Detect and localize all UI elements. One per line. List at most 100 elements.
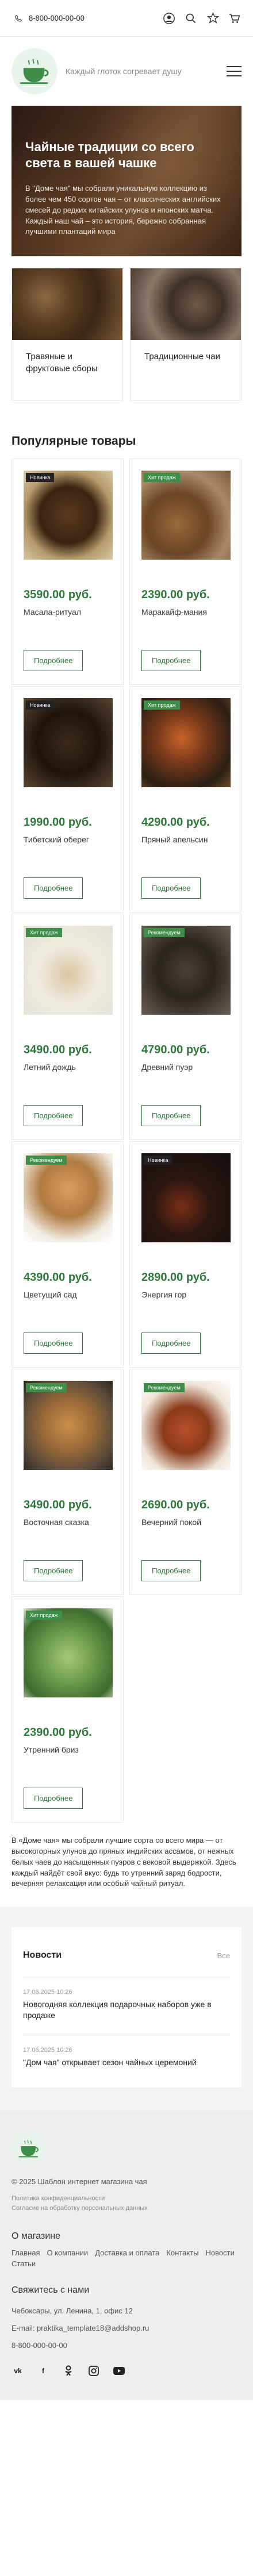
product-image[interactable]: Хит продаж: [24, 1608, 113, 1697]
product-more-button[interactable]: Подробнее: [141, 1105, 201, 1126]
news-section: Новости Все 17.06.2025 10:26 Новогодняя …: [0, 1907, 253, 2111]
product-name[interactable]: Вечерний покой: [141, 1518, 229, 1527]
email[interactable]: E-mail: praktika_template18@addshop.ru: [12, 2320, 241, 2337]
product-image[interactable]: Рекомендуем: [24, 1153, 113, 1242]
product-more-button[interactable]: Подробнее: [24, 1105, 83, 1126]
product-more-button[interactable]: Подробнее: [24, 650, 83, 671]
privacy-link[interactable]: Политика конфиденциальности: [12, 2194, 241, 2204]
popular-title: Популярные товары: [12, 434, 136, 448]
news-item[interactable]: 17.06.2025 10:26 "Дом чая" открывает сез…: [23, 2035, 230, 2082]
product-name[interactable]: Маракайф-мания: [141, 607, 229, 617]
product-card[interactable]: Новинка 3590.00 руб. Масала-ритуал Подробне…: [12, 459, 124, 685]
site-slogan: Каждый глоток согревает душу: [66, 67, 182, 76]
category-card-traditional[interactable]: Традиционные чаи: [130, 268, 241, 401]
product-badge: Хит продаж: [26, 1611, 62, 1620]
product-card[interactable]: Рекомендуем 4790.00 руб. Древний пуэр Подро…: [129, 914, 241, 1140]
vk-icon[interactable]: vk: [12, 2365, 24, 2377]
category-card-herbal[interactable]: Травяные и фруктовые сборы: [12, 268, 123, 401]
product-price: 2690.00 руб.: [141, 1499, 210, 1511]
product-more-button[interactable]: Подробнее: [24, 877, 83, 899]
odnoklassniki-icon[interactable]: [62, 2365, 75, 2377]
product-more-button[interactable]: Подробнее: [141, 1560, 201, 1581]
product-card[interactable]: Хит продаж 2390.00 руб. Маракайф-мания Подр…: [129, 459, 241, 685]
footer-phone[interactable]: 8-800-000-00-00: [12, 2337, 241, 2354]
youtube-icon[interactable]: [113, 2365, 125, 2377]
favorites-icon[interactable]: [206, 11, 220, 25]
product-image[interactable]: Рекомендуем: [24, 1381, 113, 1470]
product-image[interactable]: Хит продаж: [141, 471, 231, 560]
product-name[interactable]: Тибетский оберег: [24, 835, 112, 844]
social-links: vk f: [12, 2365, 241, 2377]
hero-text: В "Доме чая" мы собрали уникальную колле…: [25, 184, 221, 236]
product-name[interactable]: Масала-ритуал: [24, 607, 112, 617]
product-image[interactable]: Новинка: [24, 698, 113, 787]
product-image[interactable]: Новинка: [24, 471, 113, 560]
footer-link-contacts[interactable]: Контакты: [166, 2248, 198, 2257]
footer-link-delivery[interactable]: Доставка и оплата: [95, 2248, 159, 2257]
product-card[interactable]: Рекомендуем 4390.00 руб. Цветущий сад Подро…: [12, 1141, 124, 1368]
phone-icon: [12, 11, 25, 25]
product-more-button[interactable]: Подробнее: [141, 650, 201, 671]
product-more-button[interactable]: Подробнее: [24, 1788, 83, 1809]
consent-link[interactable]: Согласие на обработку персональных данны…: [12, 2204, 241, 2214]
news-text: Новогодняя коллекция подарочных наборов …: [23, 2000, 212, 2020]
product-card[interactable]: Новинка 1990.00 руб. Тибетский оберег Подро…: [12, 686, 124, 912]
account-icon[interactable]: [162, 11, 176, 25]
contact-title: Свяжитесь с нами: [12, 2285, 90, 2296]
phone-link[interactable]: 8-800-000-00-00: [12, 11, 85, 25]
product-badge: Новинка: [26, 473, 55, 482]
logo[interactable]: [12, 48, 57, 94]
product-badge: Хит продаж: [26, 928, 62, 937]
footer-link-about[interactable]: О компании: [47, 2248, 88, 2257]
product-card[interactable]: Рекомендуем 2690.00 руб. Вечерний покой Под…: [129, 1369, 241, 1595]
product-image[interactable]: Хит продаж: [24, 926, 113, 1015]
footer-link-articles[interactable]: Статьи: [12, 2259, 36, 2268]
site-footer: © 2025 Шаблон интернет магазина чая Поли…: [0, 2110, 253, 2400]
product-name[interactable]: Энергия гор: [141, 1290, 229, 1299]
product-name[interactable]: Летний дождь: [24, 1062, 112, 1072]
product-name[interactable]: Восточная сказка: [24, 1518, 112, 1527]
product-image[interactable]: Хит продаж: [141, 698, 231, 787]
product-price: 2890.00 руб.: [141, 1271, 210, 1284]
news-item[interactable]: 17.06.2025 10:26 Новогодняя коллекция по…: [23, 1977, 230, 2035]
product-image[interactable]: Рекомендуем: [141, 1381, 231, 1470]
product-price: 4390.00 руб.: [24, 1271, 92, 1284]
footer-link-home[interactable]: Главная: [12, 2248, 40, 2257]
footer-logo[interactable]: [12, 2131, 46, 2166]
copyright: © 2025 Шаблон интернет магазина чая: [12, 2177, 147, 2186]
product-card[interactable]: Рекомендуем 3490.00 руб. Восточная сказка П…: [12, 1369, 124, 1595]
product-name[interactable]: Древний пуэр: [141, 1062, 229, 1072]
site-header: Каждый глоток согревает душу: [0, 37, 253, 106]
product-name[interactable]: Цветущий сад: [24, 1290, 112, 1299]
facebook-icon[interactable]: f: [37, 2365, 49, 2377]
address: Чебоксары, ул. Ленина, 1, офис 12: [12, 2307, 133, 2316]
product-badge: Новинка: [144, 1156, 172, 1165]
product-image[interactable]: Рекомендуем: [141, 926, 231, 1015]
product-more-button[interactable]: Подробнее: [141, 1333, 201, 1354]
product-card[interactable]: Хит продаж 3490.00 руб. Летний дождь Подроб…: [12, 914, 124, 1140]
product-card[interactable]: Хит продаж 4290.00 руб. Пряный апельсин Под…: [129, 686, 241, 912]
product-badge: Рекомендуем: [144, 1383, 185, 1392]
product-more-button[interactable]: Подробнее: [24, 1560, 83, 1581]
product-price: 3590.00 руб.: [24, 588, 92, 601]
instagram-icon[interactable]: [87, 2365, 100, 2377]
menu-burger-icon[interactable]: [227, 66, 241, 76]
cart-icon[interactable]: [228, 11, 241, 25]
product-price: 2390.00 руб.: [141, 588, 210, 601]
product-more-button[interactable]: Подробнее: [141, 877, 201, 899]
phone-number: 8-800-000-00-00: [29, 14, 85, 22]
news-all-link[interactable]: Все: [217, 1951, 230, 1960]
product-card[interactable]: Хит продаж 2390.00 руб. Утренний бриз Подро…: [12, 1596, 124, 1823]
product-name[interactable]: Пряный апельсин: [141, 835, 229, 844]
news-date: 17.06.2025 10:26: [23, 2047, 72, 2054]
product-card[interactable]: Новинка 2890.00 руб. Энергия гор Подробнее: [129, 1141, 241, 1368]
product-image[interactable]: Новинка: [141, 1153, 231, 1242]
product-name[interactable]: Утренний бриз: [24, 1745, 112, 1754]
footer-menu: Главная О компании Доставка и оплата Кон…: [12, 2248, 241, 2268]
category-image: [12, 268, 122, 340]
product-more-button[interactable]: Подробнее: [24, 1333, 83, 1354]
search-icon[interactable]: [184, 11, 198, 25]
footer-link-news[interactable]: Новости: [206, 2248, 235, 2257]
categories: Травяные и фруктовые сборы Традиционные …: [0, 256, 253, 401]
top-bar: 8-800-000-00-00: [0, 0, 253, 37]
